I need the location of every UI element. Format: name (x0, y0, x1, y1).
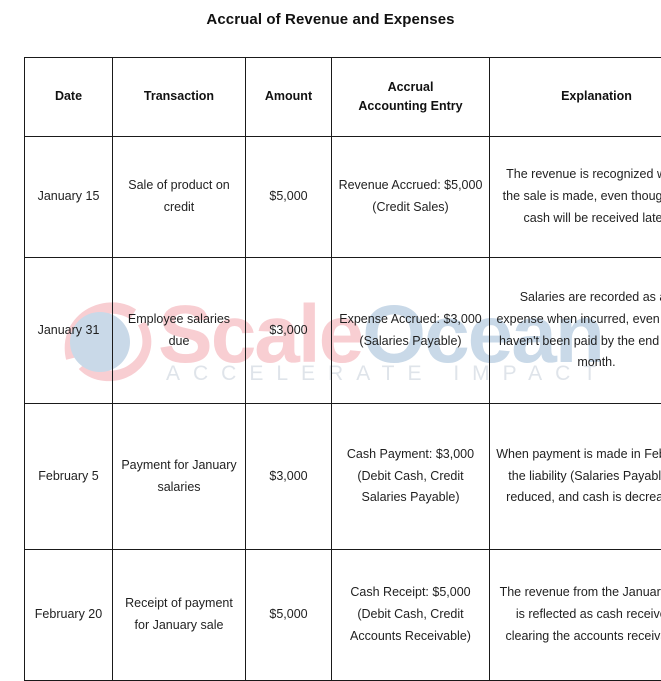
column-header-accrual-accounting-entry: Accrual Accounting Entry (332, 58, 490, 137)
cell-accrual-entry: Cash Receipt: $5,000 (Debit Cash, Credit… (332, 550, 490, 681)
table-row: January 15 Sale of product on credit $5,… (25, 137, 661, 258)
cell-date: January 31 (25, 258, 113, 404)
accrual-table: Date Transaction Amount Accrual Accounti… (24, 57, 661, 681)
cell-accrual-entry: Revenue Accrued: $5,000 (Credit Sales) (332, 137, 490, 258)
column-header-explanation: Explanation (490, 58, 661, 137)
cell-transaction: Sale of product on credit (113, 137, 246, 258)
table-row: January 31 Employee salaries due $3,000 … (25, 258, 661, 404)
cell-accrual-entry: Expense Accrued: $3,000 (Salaries Payabl… (332, 258, 490, 404)
cell-amount: $5,000 (246, 550, 332, 681)
table-body: January 15 Sale of product on credit $5,… (25, 137, 661, 681)
cell-explanation: When payment is made in February, the li… (490, 404, 661, 550)
table-row: February 20 Receipt of payment for Janua… (25, 550, 661, 681)
cell-accrual-entry: Cash Payment: $3,000 (Debit Cash, Credit… (332, 404, 490, 550)
column-header-entry-line2: Accounting Entry (358, 99, 462, 113)
column-header-date: Date (25, 58, 113, 137)
cell-amount: $5,000 (246, 137, 332, 258)
page-title: Accrual of Revenue and Expenses (0, 11, 661, 28)
table-header-row: Date Transaction Amount Accrual Accounti… (25, 58, 661, 137)
column-header-entry-line1: Accrual (388, 80, 434, 94)
cell-date: January 15 (25, 137, 113, 258)
column-header-transaction: Transaction (113, 58, 246, 137)
cell-explanation: The revenue is recognized when the sale … (490, 137, 661, 258)
cell-amount: $3,000 (246, 258, 332, 404)
cell-amount: $3,000 (246, 404, 332, 550)
table-row: February 5 Payment for January salaries … (25, 404, 661, 550)
cell-explanation: Salaries are recorded as an expense when… (490, 258, 661, 404)
table-header: Date Transaction Amount Accrual Accounti… (25, 58, 661, 137)
cell-transaction: Receipt of payment for January sale (113, 550, 246, 681)
cell-date: February 5 (25, 404, 113, 550)
document-content: Accrual of Revenue and Expenses Date Tra… (0, 0, 661, 606)
cell-date: February 20 (25, 550, 113, 681)
cell-explanation: The revenue from the January sale is ref… (490, 550, 661, 681)
cell-transaction: Payment for January salaries (113, 404, 246, 550)
column-header-amount: Amount (246, 58, 332, 137)
cell-transaction: Employee salaries due (113, 258, 246, 404)
